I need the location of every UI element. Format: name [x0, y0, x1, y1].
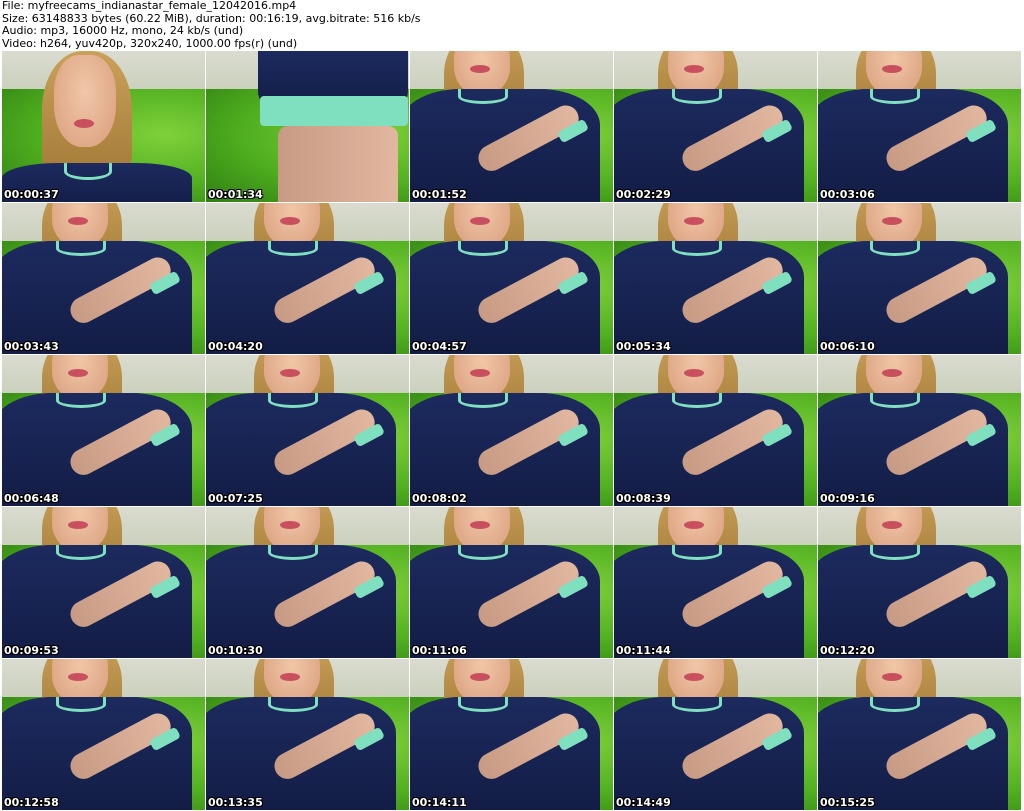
thumbnail-image — [410, 355, 613, 506]
thumbnail-timestamp: 00:09:16 — [820, 492, 875, 505]
thumbnail-timestamp: 00:15:25 — [820, 796, 875, 809]
thumbnail-image — [410, 203, 613, 354]
thumbnail-image — [410, 51, 613, 202]
thumbnail-image — [818, 355, 1021, 506]
video-thumbnail: 00:04:57 — [410, 203, 613, 354]
thumbnail-timestamp: 00:03:43 — [4, 340, 59, 353]
audio-info-line: Audio: mp3, 16000 Hz, mono, 24 kb/s (und… — [2, 24, 244, 37]
thumbnail-image — [410, 507, 613, 658]
thumbnail-image — [818, 507, 1021, 658]
thumbnail-image — [206, 507, 409, 658]
thumbnail-timestamp: 00:08:02 — [412, 492, 467, 505]
video-thumbnail: 00:15:25 — [818, 659, 1021, 810]
thumbnail-timestamp: 00:06:10 — [820, 340, 875, 353]
video-thumbnail: 00:14:49 — [614, 659, 817, 810]
video-thumbnail: 00:01:34 — [206, 51, 409, 202]
video-thumbnail: 00:06:10 — [818, 203, 1021, 354]
thumbnail-image — [818, 659, 1021, 810]
thumbnail-timestamp: 00:06:48 — [4, 492, 59, 505]
thumbnail-timestamp: 00:12:20 — [820, 644, 875, 657]
thumbnail-timestamp: 00:00:37 — [4, 188, 59, 201]
video-thumbnail: 00:05:34 — [614, 203, 817, 354]
video-thumbnail: 00:09:53 — [2, 507, 205, 658]
video-thumbnail: 00:13:35 — [206, 659, 409, 810]
video-thumbnail: 00:06:48 — [2, 355, 205, 506]
file-info-header: File: myfreecams_indianastar_female_1204… — [2, 0, 1022, 50]
thumbnail-timestamp: 00:09:53 — [4, 644, 59, 657]
thumbnail-image — [2, 355, 205, 506]
video-thumbnail: 00:11:06 — [410, 507, 613, 658]
video-thumbnail: 00:10:30 — [206, 507, 409, 658]
video-info-line: Video: h264, yuv420p, 320x240, 1000.00 f… — [2, 36, 298, 50]
thumbnail-timestamp: 00:11:06 — [412, 644, 467, 657]
video-thumbnail: 00:09:16 — [818, 355, 1021, 506]
video-thumbnail: 00:12:20 — [818, 507, 1021, 658]
video-thumbnail: 00:07:25 — [206, 355, 409, 506]
thumbnail-timestamp: 00:02:29 — [616, 188, 671, 201]
thumbnail-image — [2, 203, 205, 354]
thumbnail-image — [206, 355, 409, 506]
thumbnail-image — [2, 51, 205, 202]
thumbnail-grid: 00:00:37 00:01:34 00:01:52 00:02:29 00:03:06… — [2, 51, 1022, 810]
thumbnail-timestamp: 00:03:06 — [820, 188, 875, 201]
file-name-line: File: myfreecams_indianastar_female_1204… — [2, 0, 297, 12]
thumbnail-timestamp: 00:08:39 — [616, 492, 671, 505]
thumbnail-timestamp: 00:12:58 — [4, 796, 59, 809]
thumbnail-image — [614, 203, 817, 354]
video-thumbnail: 00:01:52 — [410, 51, 613, 202]
thumbnail-timestamp: 00:01:34 — [208, 188, 263, 201]
thumbnail-image — [206, 203, 409, 354]
thumbnail-image — [2, 507, 205, 658]
thumbnail-timestamp: 00:14:49 — [616, 796, 671, 809]
thumbnail-timestamp: 00:13:35 — [208, 796, 263, 809]
thumbnail-image — [818, 51, 1021, 202]
thumbnail-timestamp: 00:10:30 — [208, 644, 263, 657]
thumbnail-timestamp: 00:01:52 — [412, 188, 467, 201]
thumbnail-image — [818, 203, 1021, 354]
thumbnail-timestamp: 00:11:44 — [616, 644, 671, 657]
thumbnail-image — [614, 659, 817, 810]
video-thumbnail: 00:03:06 — [818, 51, 1021, 202]
thumbnail-timestamp: 00:07:25 — [208, 492, 263, 505]
thumbnail-image — [614, 355, 817, 506]
thumbnail-image — [410, 659, 613, 810]
video-thumbnail: 00:04:20 — [206, 203, 409, 354]
thumbnail-timestamp: 00:14:11 — [412, 796, 467, 809]
thumbnail-timestamp: 00:04:20 — [208, 340, 263, 353]
video-thumbnail: 00:12:58 — [2, 659, 205, 810]
thumbnail-image — [2, 659, 205, 810]
thumbnail-image — [614, 507, 817, 658]
thumbnail-image — [206, 659, 409, 810]
video-thumbnail: 00:14:11 — [410, 659, 613, 810]
thumbnail-image — [614, 51, 817, 202]
video-thumbnail: 00:08:02 — [410, 355, 613, 506]
thumbnail-timestamp: 00:04:57 — [412, 340, 467, 353]
video-thumbnail: 00:03:43 — [2, 203, 205, 354]
video-thumbnail: 00:08:39 — [614, 355, 817, 506]
video-thumbnail: 00:11:44 — [614, 507, 817, 658]
video-thumbnail: 00:02:29 — [614, 51, 817, 202]
thumbnail-image — [206, 51, 409, 202]
video-thumbnail: 00:00:37 — [2, 51, 205, 202]
thumbnail-timestamp: 00:05:34 — [616, 340, 671, 353]
